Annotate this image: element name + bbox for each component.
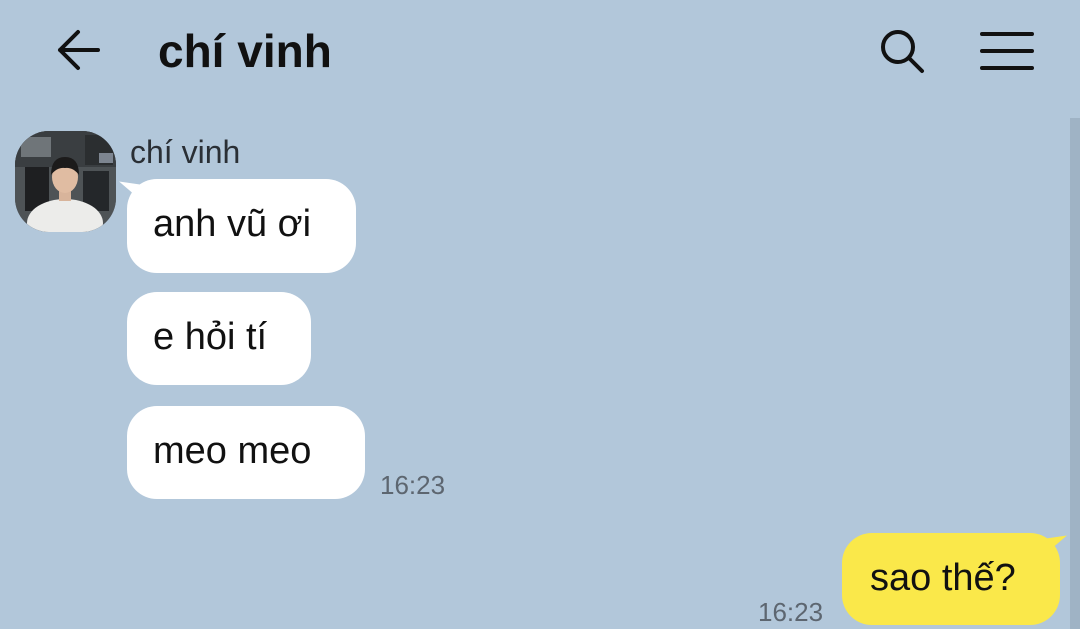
back-button[interactable] [48,22,108,78]
page-title: chí vinh [158,25,332,77]
chat-header: chí vinh [0,0,1080,105]
message-text: e hỏi tí [153,316,268,358]
message-bubble-incoming[interactable]: anh vũ ơi [127,179,356,273]
sender-name: chí vinh [130,134,241,170]
arrow-left-icon [58,30,100,70]
hamburger-menu-icon [980,32,1034,70]
avatar-photo [15,131,116,232]
message-timestamp: 16:23 [758,597,824,627]
message-bubble-incoming[interactable]: meo meo [127,406,365,499]
message-text: anh vũ ơi [153,203,312,245]
message-text: sao thế? [870,557,1016,599]
message-text: meo meo [153,430,312,472]
search-button[interactable] [872,22,932,80]
message-bubble-incoming[interactable]: e hỏi tí [127,292,311,385]
message-timestamp: 16:23 [380,470,446,500]
scrollbar[interactable] [1070,118,1080,629]
menu-button[interactable] [974,22,1040,80]
user-avatar[interactable] [15,131,116,232]
message-bubble-outgoing[interactable]: sao thế? [842,533,1060,625]
search-icon [881,30,924,73]
